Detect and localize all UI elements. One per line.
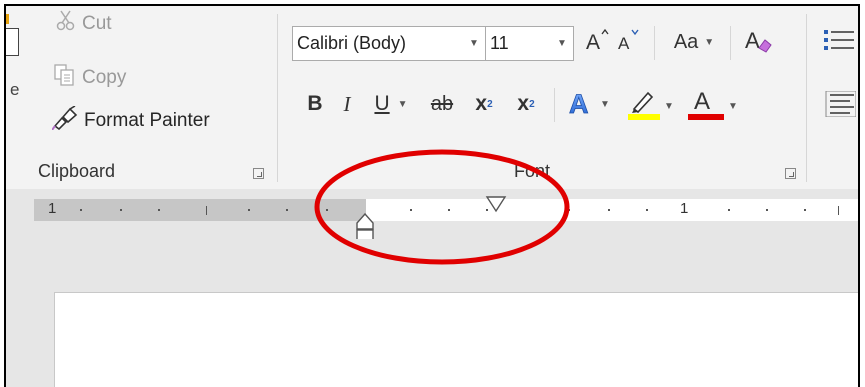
highlighter-icon bbox=[628, 87, 661, 126]
change-case-button[interactable]: Aa ▼ bbox=[662, 24, 726, 60]
bold-button[interactable]: B bbox=[302, 86, 328, 122]
horizontal-ruler[interactable]: 1 1 bbox=[34, 199, 858, 221]
superscript-label: x bbox=[517, 92, 530, 115]
text-effects-button[interactable]: A ▼ bbox=[562, 86, 616, 122]
ruler-tick bbox=[206, 206, 207, 215]
word-window: e Cut Copy Format Painter Clipboard Cali… bbox=[4, 4, 860, 387]
bullets-icon bbox=[820, 27, 856, 58]
clipboard-group: e Cut Copy Format Painter Clipboard bbox=[6, 6, 276, 189]
document-page[interactable] bbox=[54, 292, 858, 387]
ruler-tick bbox=[448, 209, 450, 211]
svg-text:A: A bbox=[694, 88, 710, 115]
group-separator bbox=[277, 14, 278, 182]
shrink-font-icon: A bbox=[617, 28, 645, 57]
underline-button[interactable]: U ▼ bbox=[366, 86, 416, 122]
svg-text:A: A bbox=[618, 34, 630, 52]
ruler-number: 1 bbox=[48, 200, 57, 217]
first-line-indent-marker[interactable] bbox=[485, 195, 507, 215]
chevron-down-icon: ▼ bbox=[664, 100, 674, 112]
highlight-color-button[interactable]: ▼ bbox=[624, 86, 678, 126]
ruler-tick bbox=[728, 209, 730, 211]
font-dialog-launcher-icon[interactable] bbox=[785, 168, 796, 179]
underline-label: U bbox=[374, 92, 390, 115]
clipboard-dialog-launcher-icon[interactable] bbox=[253, 168, 264, 179]
chevron-down-icon[interactable]: ▼ bbox=[398, 99, 408, 110]
font-color-button[interactable]: A ▼ bbox=[686, 86, 740, 126]
strikethrough-button[interactable]: ab bbox=[422, 86, 462, 122]
text-effects-icon: A bbox=[568, 88, 596, 121]
chevron-down-icon: ▼ bbox=[600, 98, 610, 110]
cut-label: Cut bbox=[82, 13, 112, 34]
font-size-combo[interactable]: 11 ▼ bbox=[486, 26, 574, 61]
grow-font-button[interactable]: A bbox=[584, 24, 614, 60]
align-left-icon bbox=[820, 90, 857, 122]
divider bbox=[554, 88, 555, 122]
subscript-button[interactable]: x2 bbox=[466, 86, 502, 122]
ruler-tick bbox=[326, 209, 328, 211]
paintbrush-icon bbox=[51, 105, 84, 136]
group-separator bbox=[806, 14, 807, 182]
italic-button[interactable]: I bbox=[334, 86, 360, 122]
subscript-mark: 2 bbox=[487, 98, 493, 110]
svg-text:A: A bbox=[586, 31, 600, 52]
clear-formatting-button[interactable]: A bbox=[740, 24, 776, 60]
ruler-tick bbox=[286, 209, 288, 211]
chevron-down-icon: ▼ bbox=[704, 36, 715, 48]
superscript-button[interactable]: x2 bbox=[508, 86, 544, 122]
cut-button[interactable]: Cut bbox=[56, 10, 112, 38]
font-name-combo[interactable]: Calibri (Body) ▼ bbox=[292, 26, 486, 61]
ruler-tick bbox=[80, 209, 82, 211]
svg-text:A: A bbox=[569, 89, 589, 116]
superscript-mark: 2 bbox=[529, 98, 535, 110]
paste-icon-fragment bbox=[6, 14, 9, 24]
ruler-tick bbox=[568, 209, 570, 211]
scissors-icon bbox=[56, 10, 82, 38]
format-painter-button[interactable]: Format Painter bbox=[51, 105, 210, 136]
ruler-tick bbox=[766, 209, 768, 211]
ruler-left-margin[interactable] bbox=[34, 199, 366, 221]
ruler-tick bbox=[804, 209, 806, 211]
ruler-number: 1 bbox=[680, 200, 689, 217]
divider bbox=[654, 26, 655, 60]
font-name-value: Calibri (Body) bbox=[297, 33, 407, 53]
font-size-value: 11 bbox=[490, 33, 509, 53]
ruler-tick bbox=[646, 209, 648, 211]
svg-text:A: A bbox=[745, 28, 760, 53]
divider bbox=[730, 26, 731, 60]
ruler-tick bbox=[248, 209, 250, 211]
ruler-tick bbox=[120, 209, 122, 211]
italic-label: I bbox=[343, 91, 351, 116]
shrink-font-button[interactable]: A bbox=[616, 24, 646, 60]
bullets-button-fragment[interactable] bbox=[818, 24, 858, 60]
ruler-tick bbox=[410, 209, 412, 211]
subscript-label: x bbox=[475, 92, 488, 115]
copy-label: Copy bbox=[82, 67, 127, 88]
chevron-down-icon[interactable]: ▼ bbox=[463, 38, 485, 49]
paste-icon[interactable] bbox=[6, 28, 19, 56]
chevron-down-icon: ▼ bbox=[728, 100, 738, 112]
ribbon: e Cut Copy Format Painter Clipboard Cali… bbox=[6, 6, 858, 189]
clear-formatting-icon: A bbox=[743, 26, 773, 59]
ruler-tick bbox=[608, 209, 610, 211]
format-painter-label: Format Painter bbox=[84, 110, 210, 131]
align-left-button-fragment[interactable] bbox=[818, 88, 858, 124]
chevron-down-icon[interactable]: ▼ bbox=[551, 38, 573, 49]
strikethrough-label: ab bbox=[430, 92, 454, 115]
bold-label: B bbox=[307, 92, 323, 115]
grow-font-icon: A bbox=[585, 28, 613, 57]
clipboard-group-label: Clipboard bbox=[38, 161, 116, 181]
font-color-icon: A bbox=[688, 87, 725, 126]
copy-icon bbox=[54, 64, 82, 92]
copy-button[interactable]: Copy bbox=[54, 64, 126, 92]
font-group-label: Font bbox=[514, 161, 551, 181]
ruler-tick bbox=[838, 206, 839, 215]
ruler-tick bbox=[158, 209, 160, 211]
hanging-indent-marker[interactable] bbox=[355, 213, 375, 241]
change-case-label: Aa bbox=[673, 30, 699, 53]
paste-label-fragment[interactable]: e bbox=[10, 80, 19, 100]
